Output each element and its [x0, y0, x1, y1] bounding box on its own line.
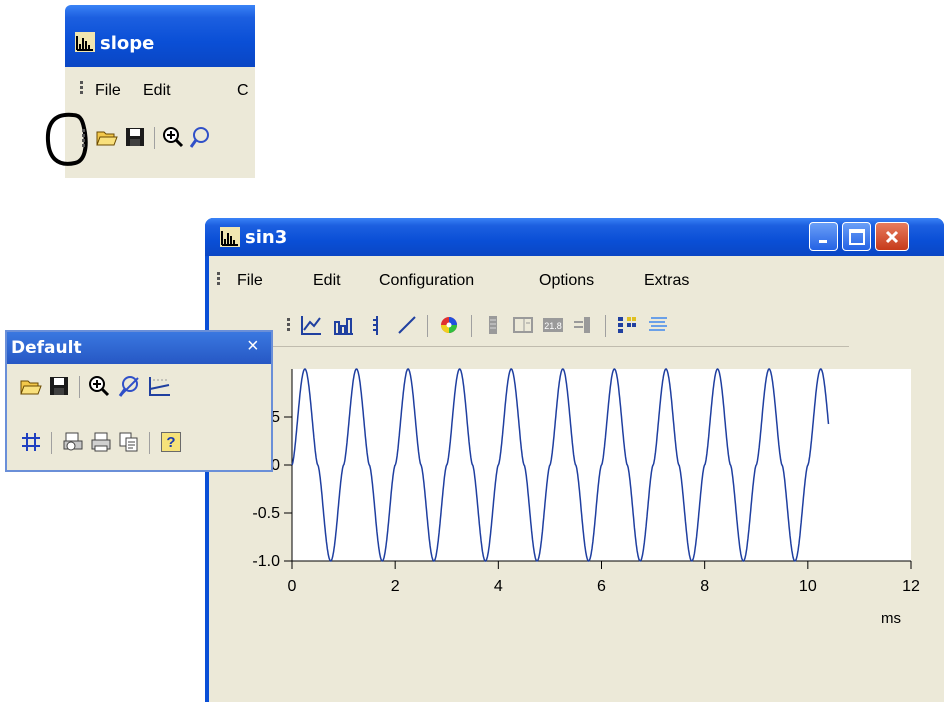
- slope-window: slope File Edit C: [45, 5, 255, 178]
- close-icon: [885, 230, 899, 243]
- y-tick-label: -1.0: [252, 553, 280, 570]
- toolbar-separator: [427, 315, 428, 337]
- sin3-menu-bar: File Edit Configuration Options Extras: [209, 256, 944, 306]
- axis-scale-icon[interactable]: [147, 374, 171, 398]
- grid-icon[interactable]: [19, 430, 43, 454]
- toolbar-grip-highlight-icon[interactable]: [43, 111, 103, 169]
- menu-options[interactable]: Options: [539, 256, 594, 306]
- toolbar-grip-icon[interactable]: [82, 129, 85, 149]
- x-tick-label: 2: [391, 578, 400, 595]
- menu-edit[interactable]: Edit: [313, 256, 341, 306]
- default-toolbar-title-bar[interactable]: Default ×: [7, 332, 271, 364]
- zoom-off-icon[interactable]: [117, 374, 141, 398]
- sin3-title-bar[interactable]: sin3: [205, 218, 944, 256]
- copy-icon[interactable]: [117, 430, 141, 454]
- value-display-icon[interactable]: 21.8: [541, 313, 565, 337]
- x-tick-label: 0: [288, 578, 297, 595]
- x-tick-label: 10: [799, 578, 817, 595]
- x-axis-unit-label: ms: [881, 610, 901, 627]
- slope-title-bar[interactable]: slope: [65, 5, 255, 67]
- toolbar-grip-icon[interactable]: [287, 318, 290, 333]
- color-wheel-icon[interactable]: [437, 313, 461, 337]
- menu-edit[interactable]: Edit: [143, 67, 171, 115]
- line-chart-icon[interactable]: [299, 313, 323, 337]
- sin3-window: sin3 File Edit Configuration Options Ext…: [205, 218, 944, 702]
- help-icon[interactable]: ?: [159, 430, 183, 454]
- x-tick-label: 12: [902, 578, 920, 595]
- slope-menu-bar: File Edit C: [65, 67, 255, 115]
- save-icon[interactable]: [47, 374, 71, 398]
- minimize-icon: [818, 239, 827, 243]
- toolbar-separator: [605, 315, 606, 337]
- toolbar-separator: [149, 432, 150, 454]
- y-tick-label: -0.5: [252, 505, 280, 522]
- menu-file[interactable]: File: [237, 256, 263, 306]
- close-button[interactable]: [875, 222, 909, 251]
- menu-grip-icon[interactable]: [80, 81, 83, 96]
- x-tick-label: 4: [494, 578, 503, 595]
- hatch-icon[interactable]: [645, 313, 669, 337]
- help-label: ?: [166, 433, 176, 451]
- sin3-title: sin3: [245, 227, 288, 248]
- align-icon[interactable]: [571, 313, 595, 337]
- toolbar-separator: [154, 127, 155, 149]
- open-folder-icon[interactable]: [19, 374, 43, 398]
- sin3-chart[interactable]: 024681012-1.0-0.50.00.5ms: [209, 347, 944, 702]
- print-preview-icon[interactable]: [61, 430, 85, 454]
- menu-configuration-partial[interactable]: C: [237, 67, 249, 115]
- menu-file[interactable]: File: [95, 67, 121, 115]
- default-floating-toolbar[interactable]: Default × ?: [5, 330, 273, 472]
- default-toolbar-title: Default: [11, 338, 82, 358]
- default-toolbar-close-icon[interactable]: ×: [247, 335, 259, 358]
- maximize-icon: [848, 228, 865, 245]
- x-tick-label: 8: [700, 578, 709, 595]
- panel-icon[interactable]: [481, 313, 505, 337]
- zoom-in-icon[interactable]: [161, 125, 185, 149]
- bar-chart-icon[interactable]: [331, 313, 355, 337]
- print-icon[interactable]: [89, 430, 113, 454]
- toolbar-separator: [51, 432, 52, 454]
- maximize-button[interactable]: [842, 222, 871, 251]
- x-tick-label: 6: [597, 578, 606, 595]
- zoom-icon[interactable]: [189, 125, 213, 149]
- save-icon[interactable]: [123, 125, 147, 149]
- table-icon[interactable]: [511, 313, 535, 337]
- sin3-client: File Edit Configuration Options Extras 2…: [209, 256, 944, 702]
- app-icon: [220, 227, 240, 247]
- menu-configuration[interactable]: Configuration: [379, 256, 474, 306]
- menu-grip-icon[interactable]: [217, 272, 220, 287]
- sin3-toolbar: 21.8: [209, 306, 849, 347]
- slope-toolbar: [45, 112, 255, 178]
- legend-icon[interactable]: [615, 313, 639, 337]
- line-tool-icon[interactable]: [395, 313, 419, 337]
- zoom-in-icon[interactable]: [87, 374, 111, 398]
- slope-title: slope: [100, 33, 155, 54]
- y-axis-icon[interactable]: [365, 313, 389, 337]
- svg-text:21.8: 21.8: [544, 321, 562, 331]
- app-icon: [75, 32, 95, 52]
- toolbar-separator: [471, 315, 472, 337]
- minimize-button[interactable]: [809, 222, 838, 251]
- open-folder-icon[interactable]: [95, 125, 119, 149]
- toolbar-separator: [79, 376, 80, 398]
- menu-extras[interactable]: Extras: [644, 256, 689, 306]
